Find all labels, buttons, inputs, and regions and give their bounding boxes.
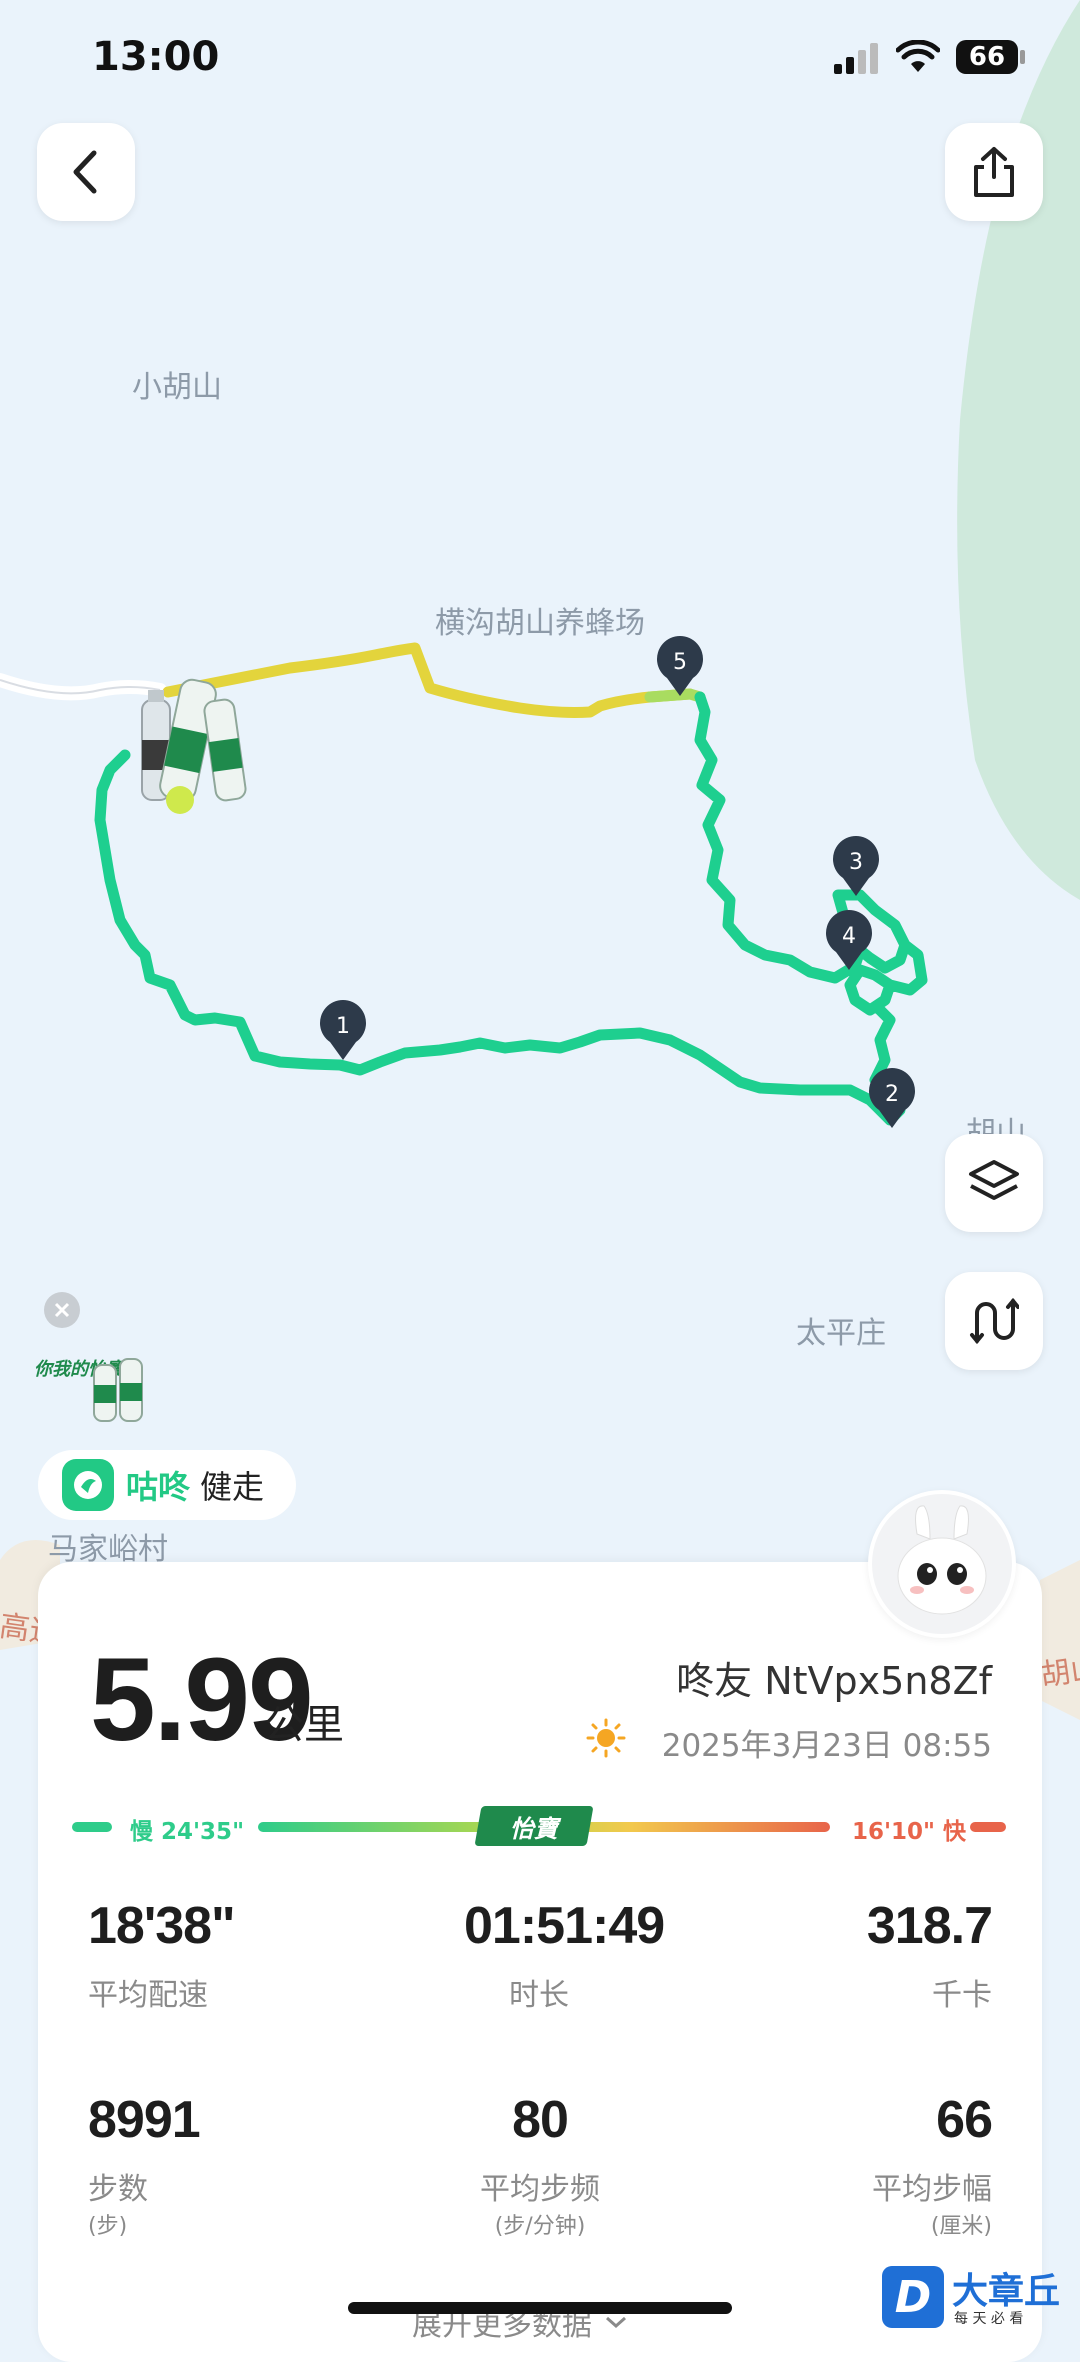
status-time: 13:00 <box>92 34 220 80</box>
sponsor-bottles-icon[interactable] <box>90 1355 152 1425</box>
cadence-label: 平均步频 <box>480 2172 600 2207</box>
route-marker-3[interactable]: 3 <box>831 836 881 898</box>
share-button[interactable] <box>945 123 1043 221</box>
steps-value: 8991 <box>88 2091 201 2149</box>
close-ad-button[interactable] <box>44 1292 80 1328</box>
avatar[interactable] <box>868 1490 1016 1638</box>
battery-tip <box>1020 50 1025 64</box>
place-label-hu-right: 胡山 <box>1038 1650 1080 1694</box>
steps-label: 步数 <box>88 2172 148 2207</box>
sponsor-logo-text: 怡寶 <box>510 1814 558 1843</box>
steps-unit: (步) <box>88 2214 128 2239</box>
route-marker-5[interactable]: 5 <box>655 636 705 698</box>
pace-slow-label: 慢 24'35" <box>130 1819 245 1845</box>
route-curve-icon <box>970 1297 1019 1345</box>
avg-pace-value: 18'38" <box>88 1897 236 1955</box>
user-name: 咚友 NtVpx5n8Zf <box>676 1659 992 1703</box>
stride-unit: (厘米) <box>930 2214 992 2239</box>
sun-weather-icon <box>586 1718 626 1758</box>
calories-value: 318.7 <box>866 1897 993 1955</box>
home-indicator[interactable] <box>348 2302 732 2314</box>
share-icon <box>974 147 1014 197</box>
signal-icon <box>834 43 878 74</box>
svg-text:2: 2 <box>885 1082 899 1107</box>
app-mode-badge: 咕咚 健走 <box>38 1450 296 1520</box>
cadence-unit: (步/分钟) <box>494 2214 586 2239</box>
layers-icon <box>969 1160 1019 1200</box>
watermark-text: 大章丘 <box>952 2271 1061 2312</box>
calories-label: 千卡 <box>932 1978 992 2013</box>
stride-value: 66 <box>936 2091 993 2149</box>
pace-fast-label: 16'10" 快 <box>852 1819 967 1845</box>
pace-slow-dash <box>72 1822 112 1832</box>
map-layers-button[interactable] <box>945 1134 1043 1232</box>
duration-value: 01:51:49 <box>464 1897 665 1955</box>
watermark-logo: D <box>882 2266 944 2328</box>
route-playback-button[interactable] <box>945 1272 1043 1370</box>
distance-unit: 公里 <box>264 1702 344 1748</box>
gudong-logo-icon <box>62 1459 114 1511</box>
chevron-down-icon <box>606 2316 626 2329</box>
sponsor-logo: 怡寶 <box>474 1806 594 1846</box>
route-marker-4[interactable]: 4 <box>824 910 874 972</box>
watermark-subtext: 每 天 必 看 <box>954 2311 1024 2327</box>
place-label-xiaohushan: 小胡山 <box>132 370 222 405</box>
back-button[interactable] <box>37 123 135 221</box>
chevron-left-icon <box>73 150 97 194</box>
start-bottles-icon <box>141 678 247 814</box>
pace-fast-dash <box>970 1822 1006 1832</box>
battery-level: 66 <box>968 42 1006 72</box>
cadence-value: 80 <box>512 2091 569 2149</box>
brand-name: 咕咚 <box>126 1468 191 1506</box>
stride-label: 平均步幅 <box>872 2172 992 2207</box>
avatar-mascot-icon <box>897 1505 987 1615</box>
place-label-beekeeping: 横沟胡山养蜂场 <box>435 606 645 641</box>
marker-label: 1 <box>336 1014 350 1039</box>
route-marker-1[interactable]: 1 <box>318 1000 368 1062</box>
mode-label: 健走 <box>200 1468 265 1506</box>
duration-label: 时长 <box>509 1978 569 2013</box>
svg-text:3: 3 <box>849 850 863 875</box>
activity-date: 2025年3月23日 08:55 <box>661 1728 992 1764</box>
svg-text:4: 4 <box>842 924 856 949</box>
place-label-taipingzhuang: 太平庄 <box>796 1316 886 1351</box>
battery-icon: 66 <box>956 40 1018 74</box>
wifi-icon <box>896 40 940 72</box>
close-icon <box>54 1302 70 1318</box>
avg-pace-label: 平均配速 <box>88 1978 208 2013</box>
route-marker-2[interactable]: 2 <box>867 1068 917 1130</box>
svg-text:5: 5 <box>673 650 687 675</box>
